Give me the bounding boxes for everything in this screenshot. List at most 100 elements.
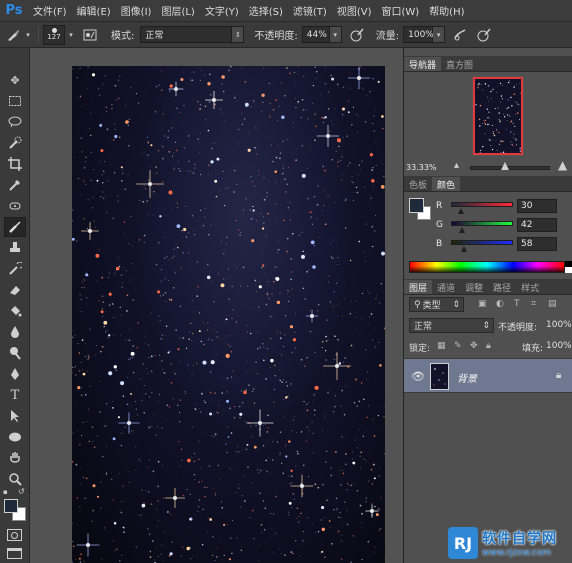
visibility-eye-icon[interactable]: 👁︎ — [411, 370, 425, 383]
healing-icon[interactable] — [4, 196, 26, 216]
filter-smart-object-icon[interactable]: ▤ — [548, 299, 557, 309]
move-icon[interactable]: ✥ — [4, 70, 26, 90]
history-brush-icon[interactable] — [4, 259, 26, 279]
lock-transparent-icon[interactable]: ▦ — [437, 341, 446, 351]
g-slider[interactable] — [451, 221, 513, 226]
menu-file[interactable]: 文件(F) — [28, 3, 72, 18]
layer-filter-select[interactable]: ⚲ 类型 ⇕ — [409, 297, 464, 312]
type-icon[interactable]: T — [4, 385, 26, 405]
g-slider-thumb[interactable] — [459, 227, 465, 233]
lasso-icon[interactable] — [4, 112, 26, 132]
filter-shape-icon[interactable]: ⌗ — [531, 299, 536, 309]
r-value[interactable]: 30 — [517, 199, 557, 213]
fill-value[interactable]: 100% — [546, 341, 572, 351]
quick-mask-circle-icon — [11, 531, 18, 539]
tab-paths[interactable]: 路径 — [488, 280, 516, 294]
stamp-icon[interactable] — [4, 238, 26, 258]
dodge-icon[interactable] — [4, 343, 26, 363]
brush-size-picker[interactable]: 127 — [43, 24, 65, 45]
navigator-view-box[interactable] — [473, 77, 523, 155]
menu-layer[interactable]: 图层(L) — [156, 3, 199, 18]
tab-styles[interactable]: 样式 — [516, 280, 544, 294]
b-value[interactable]: 58 — [517, 237, 557, 251]
pressure-size-icon[interactable] — [475, 26, 493, 44]
b-slider-thumb[interactable] — [461, 246, 467, 252]
quick-selection-icon[interactable] — [4, 133, 26, 153]
brush-size-dropdown[interactable]: ▾ — [65, 26, 77, 43]
opacity-input[interactable]: 44% ▾ — [301, 26, 342, 43]
hand-icon[interactable] — [4, 448, 26, 468]
zoom-out-icon[interactable]: ▴ — [454, 160, 459, 171]
r-label: R — [436, 201, 443, 211]
lock-position-icon[interactable]: ✥ — [470, 341, 478, 351]
swap-colors-icon[interactable]: ↺ — [18, 487, 25, 496]
flow-value: 100% — [403, 26, 434, 43]
r-slider[interactable] — [451, 202, 513, 207]
photoshop-logo: Ps — [5, 3, 23, 18]
paint-bucket-icon[interactable] — [4, 301, 26, 321]
brush-tool-preset-icon[interactable] — [4, 26, 22, 44]
layer-opacity-label: 不透明度: — [498, 323, 538, 333]
color-spectrum-bar[interactable] — [409, 261, 565, 273]
zoom-in-icon[interactable]: ▲ — [558, 158, 567, 172]
screen-mode-icon[interactable] — [7, 548, 22, 559]
tab-channels[interactable]: 通道 — [432, 280, 460, 294]
flow-input[interactable]: 100% ▾ — [403, 26, 446, 43]
quick-mask-icon[interactable] — [7, 529, 22, 541]
menu-type[interactable]: 文字(Y) — [200, 3, 244, 18]
tab-layers[interactable]: 图层 — [404, 280, 433, 294]
path-selection-icon[interactable] — [4, 406, 26, 426]
tab-swatches[interactable]: 色板 — [404, 177, 432, 191]
menu-help[interactable]: 帮助(H) — [424, 3, 469, 18]
search-icon: ⚲ — [414, 299, 421, 310]
layer-opacity-value[interactable]: 100% — [546, 320, 572, 330]
eraser-icon[interactable] — [4, 280, 26, 300]
r-slider-thumb[interactable] — [458, 208, 464, 214]
color-panel-fg-swatch[interactable] — [409, 198, 424, 213]
lock-all-icon[interactable]: 🔒︎ — [486, 341, 491, 351]
navigator-zoom-thumb[interactable] — [501, 162, 509, 170]
watermark-logo: RJ — [448, 527, 478, 559]
tool-preset-dropdown[interactable]: ▾ — [22, 26, 34, 43]
ellipse-icon[interactable] — [4, 427, 26, 447]
spectrum-white-swatch[interactable] — [565, 267, 572, 273]
crop-icon[interactable] — [4, 154, 26, 174]
menu-edit[interactable]: 编辑(E) — [72, 3, 116, 18]
filter-pixel-icon[interactable]: ▣ — [478, 299, 487, 309]
lock-image-icon[interactable]: ✎ — [454, 341, 462, 351]
menu-filter[interactable]: 滤镜(T) — [288, 3, 332, 18]
right-panel-dock: 导航器 直方图 33.33% ▴ ▲ 色板 颜色 R 30 G 42 B 58 … — [403, 48, 572, 563]
brush-icon[interactable] — [4, 217, 26, 237]
layer-name[interactable]: 背景 — [457, 370, 477, 385]
filter-type-icon[interactable]: T — [514, 299, 520, 309]
b-slider[interactable] — [451, 240, 513, 245]
document-canvas-starfield[interactable] — [72, 66, 385, 563]
eyedropper-icon[interactable] — [4, 175, 26, 195]
filter-adjustment-icon[interactable]: ◐ — [496, 299, 504, 309]
navigator-thumbnail[interactable] — [472, 76, 524, 156]
pressure-opacity-icon[interactable] — [348, 26, 366, 44]
g-value[interactable]: 42 — [517, 218, 557, 232]
menu-view[interactable]: 视图(V) — [332, 3, 377, 18]
marquee-icon[interactable] — [4, 91, 26, 111]
tab-histogram[interactable]: 直方图 — [441, 57, 478, 71]
mode-select[interactable]: 正常 ⇕ — [140, 26, 245, 43]
layer-row[interactable]: 👁︎ 背景 🔒︎ — [404, 358, 572, 393]
zoom-icon[interactable] — [4, 469, 26, 489]
menu-image[interactable]: 图像(I) — [116, 3, 157, 18]
default-colors-icon[interactable]: ▪ — [3, 488, 8, 496]
airbrush-icon[interactable] — [451, 26, 469, 44]
navigator-zoom-value[interactable]: 33.33% — [406, 163, 437, 172]
navigator-zoom-slider[interactable] — [470, 166, 550, 170]
blend-mode-value: 正常 — [414, 322, 433, 332]
tab-color[interactable]: 颜色 — [432, 177, 461, 191]
tab-navigator[interactable]: 导航器 — [404, 57, 442, 71]
brush-panel-toggle-icon[interactable] — [81, 26, 99, 44]
foreground-color-swatch[interactable] — [4, 499, 18, 513]
blur-icon[interactable] — [4, 322, 26, 342]
menu-select[interactable]: 选择(S) — [244, 3, 288, 18]
tab-adjustments[interactable]: 调整 — [460, 280, 488, 294]
pen-icon[interactable] — [4, 364, 26, 384]
blend-mode-select[interactable]: 正常 ⇕ — [409, 318, 494, 333]
menu-window[interactable]: 窗口(W) — [376, 3, 424, 18]
